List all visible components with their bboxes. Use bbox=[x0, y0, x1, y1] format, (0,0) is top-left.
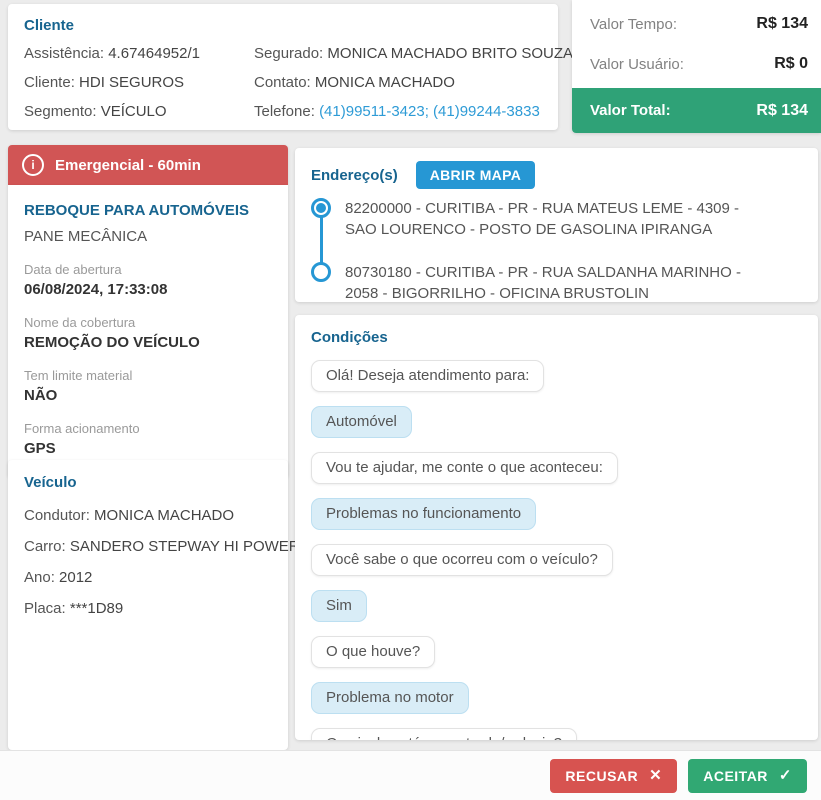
coverage-name-value: REMOÇÃO DO VEÍCULO bbox=[24, 334, 200, 351]
client-fields-right: Segurado: MONICA MACHADO BRITO SOUZA Con… bbox=[254, 45, 573, 132]
valor-total-row: Valor Total: R$ 134 bbox=[572, 88, 821, 133]
service-subtitle: PANE MECÂNICA bbox=[24, 228, 148, 245]
car-value: SANDERO STEPWAY HI POWER bbox=[69, 538, 300, 555]
valor-tempo-value: R$ 134 bbox=[756, 15, 808, 32]
segment-label: Segmento: bbox=[24, 103, 97, 120]
valor-total-value: R$ 134 bbox=[756, 101, 808, 119]
assistance-number-field: Assistência: 4.67464952/1 bbox=[24, 45, 254, 63]
client-name-field: Cliente: HDI SEGUROS bbox=[24, 74, 254, 92]
origin-address-item: 82200000 - CURITIBA - PR - RUA MATEUS LE… bbox=[311, 198, 802, 240]
valor-usuario-value: R$ 0 bbox=[774, 55, 808, 72]
material-limit-value: NÃO bbox=[24, 387, 58, 404]
destination-address-text: 80730180 - CURITIBA - PR - RUA SALDANHA … bbox=[345, 264, 741, 302]
accept-button[interactable]: ACEITAR ✓ bbox=[688, 758, 807, 793]
info-icon: i bbox=[22, 154, 44, 176]
segment-field: Segmento: VEÍCULO bbox=[24, 103, 254, 121]
plate-field: Placa: ***1D89 bbox=[24, 600, 272, 618]
year-value: 2012 bbox=[59, 569, 93, 586]
chat-answer-bubble: Sim bbox=[311, 590, 367, 622]
close-icon: ✕ bbox=[649, 767, 663, 784]
valor-tempo-label: Valor Tempo: bbox=[590, 15, 677, 33]
origin-point-icon bbox=[311, 198, 331, 218]
chat-question-bubble: Olá! Deseja atendimento para: bbox=[311, 360, 545, 392]
address-timeline: 82200000 - CURITIBA - PR - RUA MATEUS LE… bbox=[311, 198, 802, 304]
open-map-button[interactable]: ABRIR MAPA bbox=[415, 161, 536, 189]
driver-value: MONICA MACHADO bbox=[94, 507, 235, 524]
vehicle-card: Veículo Condutor: MONICA MACHADO Carro: … bbox=[8, 460, 300, 750]
client-name-label: Cliente: bbox=[24, 74, 75, 91]
driver-label: Condutor: bbox=[24, 507, 90, 524]
destination-point-icon bbox=[311, 262, 331, 282]
open-date-value: 06/08/2024, 17:33:08 bbox=[24, 281, 168, 298]
action-bar: RECUSAR ✕ ACEITAR ✓ bbox=[0, 750, 821, 800]
chat-question-bubble: Você sabe o que ocorreu com o veículo? bbox=[311, 544, 613, 576]
phone-field: Telefone: (41)99511-3423; (41)99244-3833 bbox=[254, 103, 573, 121]
reject-button[interactable]: RECUSAR ✕ bbox=[550, 758, 678, 793]
plate-label: Placa: bbox=[24, 600, 66, 617]
client-card-title: Cliente bbox=[24, 17, 75, 34]
conditions-card-title: Condições bbox=[311, 329, 388, 346]
chat-answer-bubble: Automóvel bbox=[311, 406, 412, 438]
destination-address-item: 80730180 - CURITIBA - PR - RUA SALDANHA … bbox=[311, 262, 802, 304]
year-field: Ano: 2012 bbox=[24, 569, 272, 587]
valor-usuario-row: Valor Usuário: R$ 0 bbox=[572, 44, 821, 84]
car-field: Carro: SANDERO STEPWAY HI POWER bbox=[24, 538, 300, 556]
conditions-card: Condições Olá! Deseja atendimento para: … bbox=[295, 315, 818, 740]
phone-label: Telefone: bbox=[254, 103, 315, 120]
activation-method-label: Forma acionamento bbox=[24, 421, 140, 436]
phone-link[interactable]: (41)99511-3423; (41)99244-3833 bbox=[319, 103, 540, 120]
priority-banner-label: Emergencial - 60min bbox=[55, 156, 201, 174]
coverage-name-label: Nome da cobertura bbox=[24, 315, 136, 330]
origin-address-text: 82200000 - CURITIBA - PR - RUA MATEUS LE… bbox=[345, 200, 740, 238]
insured-label: Segurado: bbox=[254, 45, 324, 62]
address-header: Endereço(s) ABRIR MAPA bbox=[311, 161, 802, 189]
assistance-number-value: 4.67464952/1 bbox=[108, 45, 200, 62]
assistance-detail-page: Cliente Assistência: 4.67464952/1 Client… bbox=[0, 0, 821, 800]
contact-field: Contato: MONICA MACHADO bbox=[254, 74, 573, 92]
address-card-title: Endereço(s) bbox=[311, 166, 398, 184]
valor-usuario-label: Valor Usuário: bbox=[590, 55, 684, 73]
accept-button-label: ACEITAR bbox=[703, 767, 768, 784]
chat-answer-bubble: Problema no motor bbox=[311, 682, 469, 714]
insured-field: Segurado: MONICA MACHADO BRITO SOUZA bbox=[254, 45, 573, 63]
pricing-card: Valor Tempo: R$ 134 Valor Usuário: R$ 0 … bbox=[572, 0, 821, 133]
priority-banner: i Emergencial - 60min bbox=[8, 145, 288, 185]
valor-total-label: Valor Total: bbox=[590, 102, 671, 119]
material-limit-label: Tem limite material bbox=[24, 368, 133, 383]
chat-question-bubble: Vou te ajudar, me conte o que aconteceu: bbox=[311, 452, 618, 484]
car-label: Carro: bbox=[24, 538, 66, 555]
driver-field: Condutor: MONICA MACHADO bbox=[24, 507, 272, 525]
client-name-value: HDI SEGUROS bbox=[79, 74, 185, 91]
chat-question-bubble: O veiculo está em estrada/rodovia? bbox=[311, 728, 577, 740]
assistance-number-label: Assistência: bbox=[24, 45, 105, 62]
plate-value: ***1D89 bbox=[69, 600, 124, 617]
year-label: Ano: bbox=[24, 569, 55, 586]
service-name: REBOQUE PARA AUTOMÓVEIS bbox=[24, 202, 250, 219]
contact-value: MONICA MACHADO bbox=[314, 74, 455, 91]
chat-answer-bubble: Problemas no funcionamento bbox=[311, 498, 537, 530]
address-card: Endereço(s) ABRIR MAPA 82200000 - CURITI… bbox=[295, 148, 818, 302]
client-card: Cliente Assistência: 4.67464952/1 Client… bbox=[8, 4, 573, 132]
service-card: i Emergencial - 60min REBOQUE PARA AUTOM… bbox=[8, 145, 288, 478]
chat-question-bubble: O que houve? bbox=[311, 636, 436, 668]
check-icon: ✓ bbox=[778, 767, 792, 784]
segment-value: VEÍCULO bbox=[100, 103, 167, 120]
vehicle-card-title: Veículo bbox=[24, 474, 77, 491]
insured-value: MONICA MACHADO BRITO SOUZA bbox=[327, 45, 573, 62]
activation-method-value: GPS bbox=[24, 440, 56, 457]
client-fields: Assistência: 4.67464952/1 Cliente: HDI S… bbox=[24, 45, 573, 132]
valor-tempo-row: Valor Tempo: R$ 134 bbox=[572, 4, 821, 44]
service-body: REBOQUE PARA AUTOMÓVEIS PANE MECÂNICA Da… bbox=[8, 185, 288, 478]
reject-button-label: RECUSAR bbox=[565, 767, 639, 784]
contact-label: Contato: bbox=[254, 74, 311, 91]
client-fields-left: Assistência: 4.67464952/1 Cliente: HDI S… bbox=[24, 45, 254, 132]
open-date-label: Data de abertura bbox=[24, 262, 122, 277]
